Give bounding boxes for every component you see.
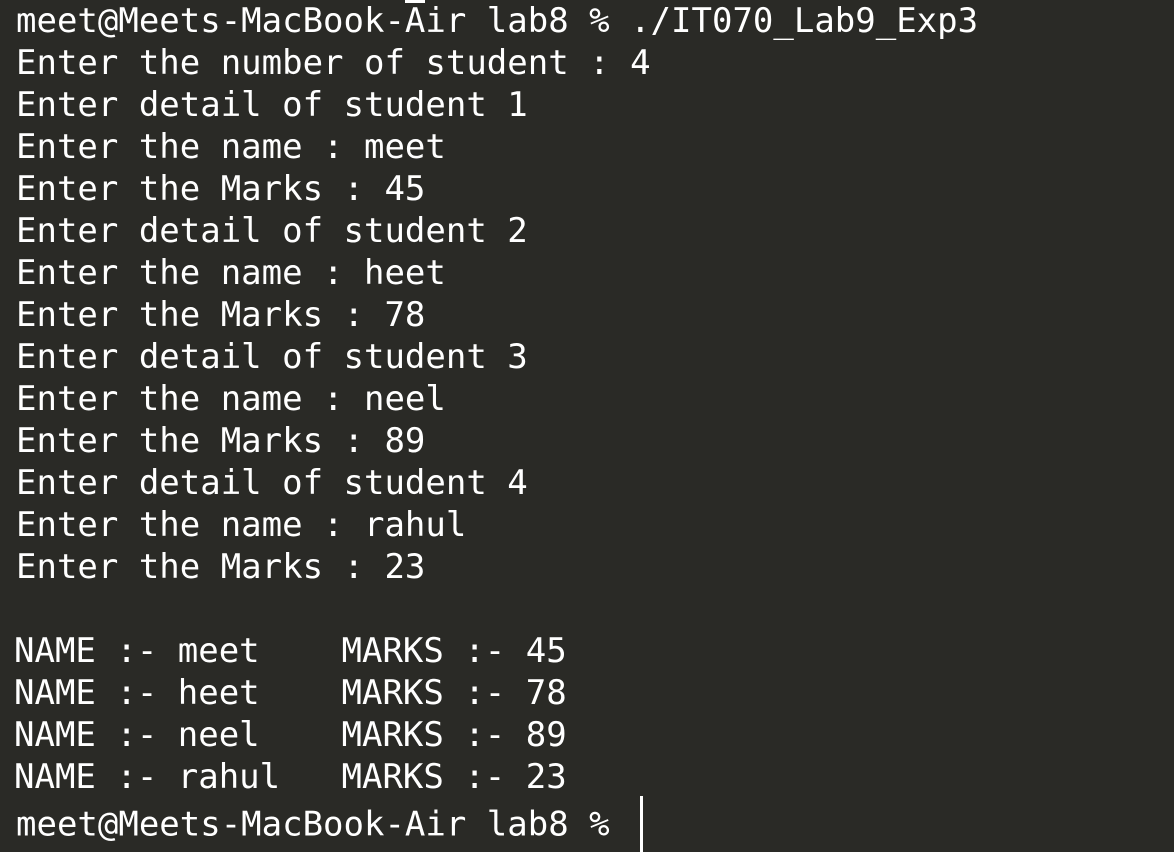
output-line: Enter the Marks : 23 bbox=[16, 547, 426, 587]
result-line: NAME :- rahul MARKS :- 23 bbox=[14, 757, 567, 797]
output-line: Enter the name : meet bbox=[16, 127, 446, 167]
output-line: Enter detail of student 1 bbox=[16, 85, 528, 125]
output-line: Enter the Marks : 89 bbox=[16, 421, 426, 461]
output-line: Enter the name : neel bbox=[16, 379, 446, 419]
shell-prompt: meet@Meets-MacBook-Air lab8 % bbox=[16, 804, 631, 845]
output-line: Enter the number of student : 4 bbox=[16, 43, 651, 83]
shell-prompt-line[interactable]: meet@Meets-MacBook-Air lab8 % bbox=[16, 796, 1166, 852]
output-line: Enter the Marks : 78 bbox=[16, 295, 426, 335]
result-line: NAME :- meet MARKS :- 45 bbox=[14, 631, 567, 671]
output-line: Enter detail of student 3 bbox=[16, 337, 528, 377]
terminal-window[interactable]: meet@Meets-MacBook-Air lab8 % ./IT070_La… bbox=[0, 0, 1174, 852]
output-line: Enter detail of student 4 bbox=[16, 463, 528, 503]
output-line: Enter detail of student 2 bbox=[16, 211, 528, 251]
output-line: Enter the name : heet bbox=[16, 253, 446, 293]
text-cursor bbox=[640, 796, 644, 852]
terminal-output[interactable]: meet@Meets-MacBook-Air lab8 % ./IT070_La… bbox=[14, 0, 1166, 852]
result-line: NAME :- heet MARKS :- 78 bbox=[14, 673, 567, 713]
output-line: Enter the Marks : 45 bbox=[16, 169, 426, 209]
result-line: NAME :- neel MARKS :- 89 bbox=[14, 715, 567, 755]
output-line: Enter the name : rahul bbox=[16, 505, 467, 545]
command-line: meet@Meets-MacBook-Air lab8 % ./IT070_La… bbox=[16, 1, 979, 41]
